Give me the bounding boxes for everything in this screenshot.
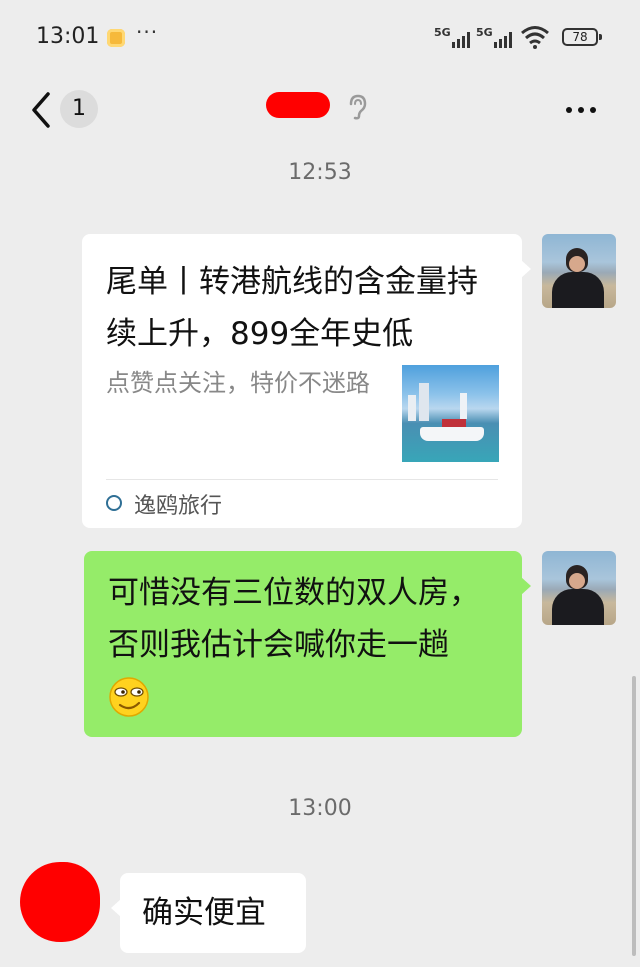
card-description: 点赞点关注，特价不迷路 [106, 369, 370, 397]
signal-1-icon [452, 30, 470, 48]
signal-2-icon [494, 30, 512, 48]
battery-icon: 78 [562, 28, 602, 46]
timestamp: 12:53 [288, 160, 352, 185]
dot-icon [590, 107, 596, 113]
network-label-1: 5G [434, 26, 451, 39]
sent-message-bubble[interactable]: 可惜没有三位数的双人房，否则我估计会喊你走一趟 [84, 551, 531, 737]
card-source-name: 逸鸥旅行 [134, 494, 223, 519]
more-options-button[interactable] [566, 100, 606, 120]
scrollbar[interactable] [632, 676, 636, 956]
dot-icon [566, 107, 572, 113]
contact-avatar-redacted[interactable] [20, 862, 100, 942]
shared-link-card[interactable]: 尾单丨转港航线的含金量持续上升，899全年史低 点赞点关注，特价不迷路 逸鸥旅行 [82, 234, 531, 528]
wifi-icon [521, 26, 549, 49]
card-thumbnail-image [402, 365, 499, 462]
dot-icon [578, 107, 584, 113]
status-time: 13:01 [36, 24, 100, 49]
timestamp: 13:00 [288, 796, 352, 821]
my-avatar[interactable] [542, 551, 616, 625]
message-text: 可惜没有三位数的双人房，否则我估计会喊你走一趟 [108, 575, 480, 663]
status-more-indicator: ··· [136, 20, 159, 44]
smirk-emoji-icon [109, 677, 149, 717]
unread-count-badge[interactable]: 1 [60, 90, 98, 128]
received-message-bubble[interactable]: 确实便宜 [111, 873, 306, 953]
card-divider [106, 479, 498, 480]
notification-app-icon [107, 29, 125, 47]
contact-name-redacted [266, 92, 330, 118]
source-logo-icon [106, 495, 122, 511]
back-button[interactable] [24, 88, 60, 132]
card-title: 尾单丨转港航线的含金量持续上升，899全年史低 [106, 264, 478, 352]
network-label-2: 5G [476, 26, 493, 39]
my-avatar[interactable] [542, 234, 616, 308]
message-text: 确实便宜 [142, 895, 266, 931]
ear-icon [349, 94, 367, 120]
